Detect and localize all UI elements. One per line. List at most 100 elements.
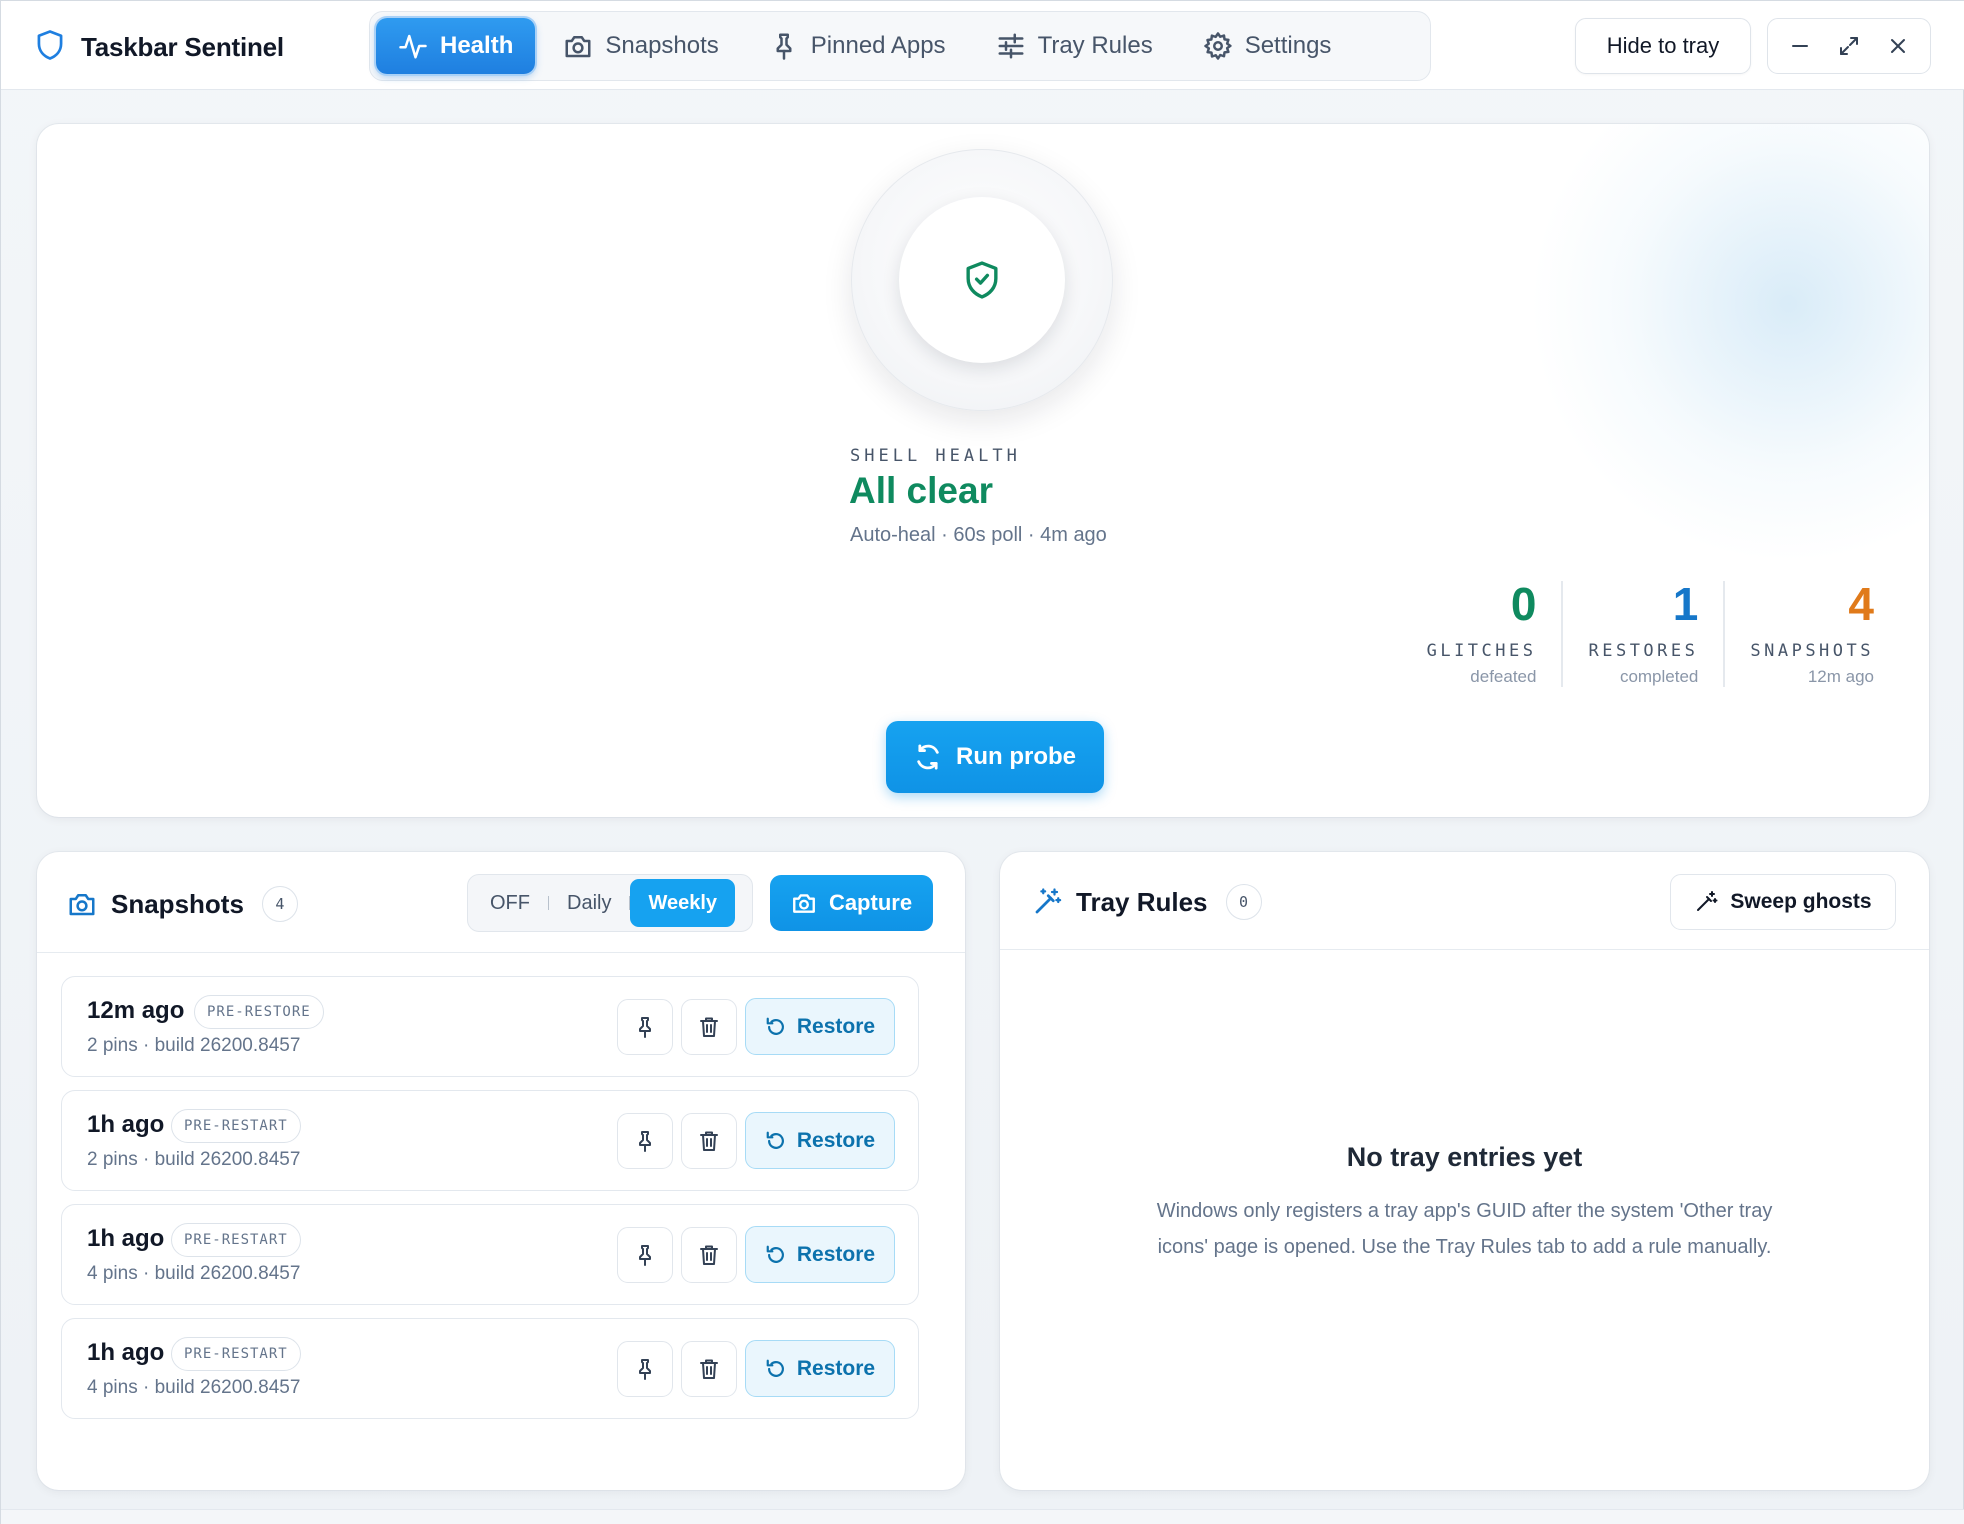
app-title: Taskbar Sentinel xyxy=(81,32,284,62)
snapshot-list: 12m ago PRE-RESTORE 2 pins · build 26200… xyxy=(61,976,919,1432)
trash-icon xyxy=(700,1131,718,1151)
undo-icon xyxy=(766,1245,784,1263)
tab-pinned-apps-label: Pinned Apps xyxy=(810,32,946,59)
snapshot-tag: PRE-RESTART xyxy=(171,1223,301,1257)
stat-value: 4 xyxy=(1848,578,1874,630)
pin-snapshot-button[interactable] xyxy=(617,1227,673,1283)
tab-snapshots[interactable]: Snapshots xyxy=(541,18,740,74)
snapshot-tag: PRE-RESTORE xyxy=(194,995,324,1029)
empty-state-title: No tray entries yet xyxy=(1346,1142,1583,1172)
snapshot-time: 12m ago xyxy=(87,997,185,1024)
snapshots-count-badge: 4 xyxy=(261,886,298,922)
delete-snapshot-button[interactable] xyxy=(681,1227,737,1283)
pin-icon xyxy=(639,1131,651,1152)
camera-icon xyxy=(792,894,815,913)
sweep-ghosts-button[interactable]: Sweep ghosts xyxy=(1670,874,1896,930)
capture-label: Capture xyxy=(828,890,913,915)
app-window: Taskbar Sentinel Health Snapshots Pinned… xyxy=(0,0,1964,1524)
restore-button[interactable]: Restore xyxy=(745,1112,895,1169)
tab-health[interactable]: Health xyxy=(376,18,536,74)
capture-button[interactable]: Capture xyxy=(770,875,933,931)
restore-button[interactable]: Restore xyxy=(745,1340,895,1397)
minimize-button[interactable] xyxy=(1782,28,1818,64)
tab-settings[interactable]: Settings xyxy=(1181,18,1354,74)
list-item: 12m ago PRE-RESTORE 2 pins · build 26200… xyxy=(61,976,919,1077)
shield-logo-icon xyxy=(35,29,65,66)
undo-icon xyxy=(766,1359,784,1377)
snapshot-meta: 4 pins · build 26200.8457 xyxy=(87,1263,301,1284)
health-status: All clear xyxy=(849,470,993,511)
undo-icon xyxy=(766,1131,784,1149)
restore-button[interactable]: Restore xyxy=(745,998,895,1055)
snapshot-tag: PRE-RESTART xyxy=(171,1109,301,1143)
stat-label: GLITCHES xyxy=(1426,641,1537,661)
brand: Taskbar Sentinel xyxy=(35,29,284,66)
restore-label: Restore xyxy=(796,1128,876,1152)
expand-icon xyxy=(1839,37,1858,55)
snapshot-meta: 2 pins · build 26200.8457 xyxy=(87,1149,301,1170)
tray-rules-title-group: Tray Rules 0 xyxy=(1032,884,1262,920)
pin-icon xyxy=(639,1017,651,1038)
tray-rules-count-badge: 0 xyxy=(1225,884,1262,920)
delete-snapshot-button[interactable] xyxy=(681,999,737,1055)
stat-label: SNAPSHOTS xyxy=(1750,641,1874,661)
pin-snapshot-button[interactable] xyxy=(617,1113,673,1169)
tray-rules-header: Tray Rules 0 Sweep ghosts xyxy=(1000,852,1929,950)
tab-pinned-apps[interactable]: Pinned Apps xyxy=(747,18,968,74)
restore-button[interactable]: Restore xyxy=(745,1226,895,1283)
status-strip xyxy=(1,1509,1964,1524)
stat-restores: 1 RESTORES completed xyxy=(1561,581,1723,687)
run-probe-label: Run probe xyxy=(956,743,1076,770)
delete-snapshot-button[interactable] xyxy=(681,1113,737,1169)
schedule-off[interactable]: OFF xyxy=(472,879,548,927)
close-icon xyxy=(1890,39,1905,53)
snapshot-time: 1h ago xyxy=(87,1339,165,1366)
shield-check-icon xyxy=(966,261,998,299)
stat-sub: 12m ago xyxy=(1807,667,1874,686)
run-probe-button[interactable]: Run probe xyxy=(886,721,1104,793)
camera-icon xyxy=(69,894,95,916)
stat-sub: defeated xyxy=(1470,667,1537,686)
empty-state-description: Windows only registers a tray app's GUID… xyxy=(1156,1200,1773,1258)
stat-sub: completed xyxy=(1619,667,1699,686)
snapshot-meta: 4 pins · build 26200.8457 xyxy=(87,1377,301,1398)
window-controls xyxy=(1767,18,1931,74)
delete-snapshot-button[interactable] xyxy=(681,1341,737,1397)
snapshot-meta: 2 pins · build 26200.8457 xyxy=(87,1035,301,1056)
magic-wand-icon xyxy=(1035,888,1062,914)
health-indicator-core xyxy=(899,197,1065,363)
schedule-weekly[interactable]: Weekly xyxy=(630,879,736,927)
tab-tray-rules[interactable]: Tray Rules xyxy=(974,18,1175,74)
snapshots-header: Snapshots 4 OFF Daily Weekly Capture xyxy=(37,852,965,953)
maximize-button[interactable] xyxy=(1831,28,1867,64)
magic-wand-icon xyxy=(1697,891,1718,911)
schedule-toggle: OFF Daily Weekly xyxy=(467,874,753,932)
restore-label: Restore xyxy=(796,1014,876,1038)
health-label: SHELL HEALTH xyxy=(850,446,1021,466)
pin-snapshot-button[interactable] xyxy=(617,1341,673,1397)
camera-icon xyxy=(565,36,591,58)
decorative-glow xyxy=(1529,124,1929,564)
list-item: 1h ago PRE-RESTART 4 pins · build 26200.… xyxy=(61,1204,919,1305)
pin-snapshot-button[interactable] xyxy=(617,999,673,1055)
list-item: 1h ago PRE-RESTART 4 pins · build 26200.… xyxy=(61,1318,919,1419)
hide-to-tray-button[interactable]: Hide to tray xyxy=(1575,18,1751,74)
stat-glitches: 0 GLITCHES defeated xyxy=(1402,581,1562,687)
schedule-daily[interactable]: Daily xyxy=(549,879,629,927)
stat-value: 1 xyxy=(1672,578,1699,630)
main-nav: Health Snapshots Pinned Apps Tray Rules … xyxy=(369,11,1431,81)
gear-icon xyxy=(1203,32,1232,60)
restore-label: Restore xyxy=(796,1242,876,1266)
trash-icon xyxy=(700,1245,718,1265)
close-button[interactable] xyxy=(1880,28,1916,64)
list-item: 1h ago PRE-RESTART 2 pins · build 26200.… xyxy=(61,1090,919,1191)
title-bar: Taskbar Sentinel Health Snapshots Pinned… xyxy=(1,1,1964,90)
tray-rules-title: Tray Rules xyxy=(1076,886,1208,917)
snapshot-tag: PRE-RESTART xyxy=(171,1337,301,1371)
tab-settings-label: Settings xyxy=(1244,32,1332,59)
pin-icon xyxy=(776,33,792,60)
trash-icon xyxy=(700,1359,718,1379)
health-stats: 0 GLITCHES defeated 1 RESTORES completed… xyxy=(1402,581,1899,687)
sliders-icon xyxy=(998,33,1024,59)
stat-snapshots: 4 SNAPSHOTS 12m ago xyxy=(1723,581,1899,687)
